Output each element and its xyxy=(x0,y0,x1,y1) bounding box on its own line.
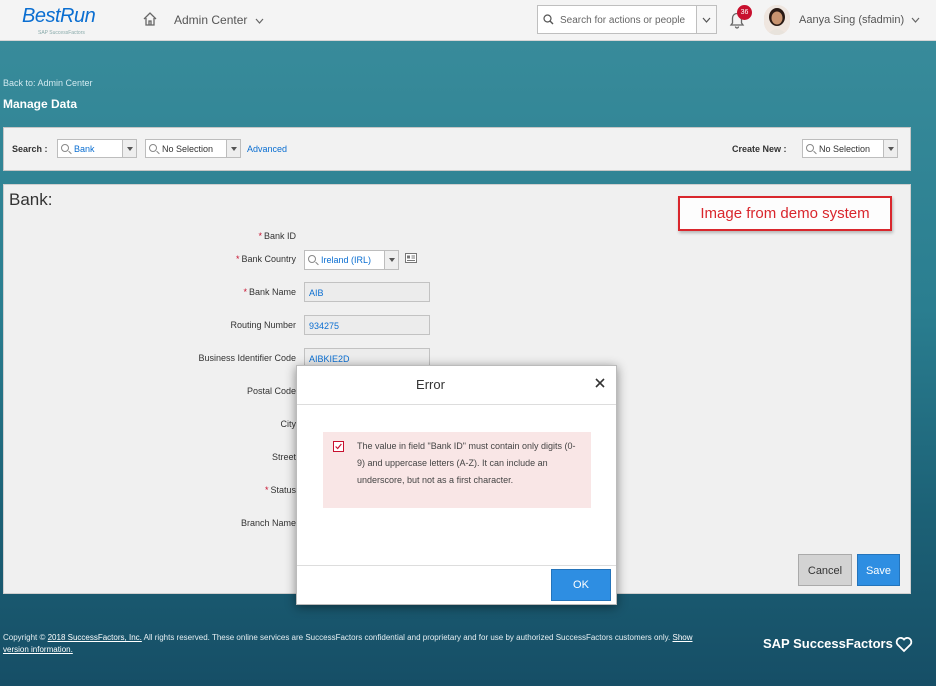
advanced-search-link[interactable]: Advanced xyxy=(247,144,287,154)
search-type-select[interactable]: Bank xyxy=(57,139,137,158)
logo-text: BestRun xyxy=(22,5,96,27)
chevron-down-icon xyxy=(702,17,711,23)
search-icon xyxy=(308,255,316,263)
create-new-label: Create New : xyxy=(732,144,787,154)
search-icon xyxy=(543,14,554,25)
branch-name-label: Branch Name xyxy=(240,518,296,528)
footer-brand: SAP SuccessFactors xyxy=(763,636,893,651)
save-button[interactable]: Save xyxy=(857,554,900,586)
postal-code-label: Postal Code xyxy=(246,386,296,396)
back-to-admin-center-link[interactable]: Back to: Admin Center xyxy=(3,78,93,88)
close-icon[interactable] xyxy=(593,376,607,390)
footer-copyright: Copyright © 2018 SuccessFactors, Inc. Al… xyxy=(3,633,693,654)
search-dropdown-button[interactable] xyxy=(696,6,716,33)
error-message-text: The value in field "Bank ID" must contai… xyxy=(357,441,576,485)
user-menu[interactable]: Aanya Sing (sfadmin) xyxy=(799,14,920,26)
dropdown-arrow-icon[interactable] xyxy=(883,140,897,157)
user-name-label: Aanya Sing (sfadmin) xyxy=(799,14,905,26)
search-label: Search : xyxy=(12,144,48,154)
search-icon xyxy=(61,144,69,152)
page-title: Manage Data xyxy=(3,97,78,111)
notification-count-badge: 36 xyxy=(737,5,752,20)
business-identifier-code-label: Business Identifier Code xyxy=(198,353,296,363)
city-label: City xyxy=(280,419,297,429)
form-title: Bank: xyxy=(9,190,53,209)
create-new-value: No Selection xyxy=(819,144,871,154)
admin-center-menu[interactable]: Admin Center xyxy=(174,13,264,27)
bank-id-label: * Bank ID xyxy=(258,231,296,241)
error-checkbox-icon xyxy=(333,441,344,452)
details-card-icon[interactable] xyxy=(405,253,417,263)
bank-name-input[interactable]: AIB xyxy=(304,282,430,302)
status-label: * Status xyxy=(264,485,296,495)
top-header: BestRun SAP SuccessFactors Admin Center … xyxy=(0,0,936,41)
successfactors-link[interactable]: 2018 SuccessFactors, Inc. xyxy=(48,633,142,642)
manage-data-search-bar: Search : Bank No Selection Advanced Crea… xyxy=(3,127,911,171)
search-icon xyxy=(806,144,814,152)
bank-name-label: * Bank Name xyxy=(243,287,296,297)
chevron-down-icon xyxy=(911,17,920,24)
dialog-title: Error xyxy=(416,377,445,392)
global-search-input[interactable]: Search for actions or people xyxy=(537,5,717,34)
heart-icon xyxy=(895,637,913,653)
routing-number-label: Routing Number xyxy=(230,320,296,330)
record-selection-select[interactable]: No Selection xyxy=(145,139,241,158)
dialog-divider xyxy=(297,404,616,405)
create-new-select[interactable]: No Selection xyxy=(802,139,898,158)
user-photo-icon xyxy=(764,5,790,35)
search-icon xyxy=(149,144,157,152)
street-label: Street xyxy=(271,452,296,462)
bank-country-label: * Bank Country xyxy=(235,254,296,264)
routing-number-input[interactable]: 934275 xyxy=(304,315,430,335)
cancel-button[interactable]: Cancel xyxy=(798,554,852,586)
home-icon[interactable] xyxy=(142,11,158,27)
error-message-box: The value in field "Bank ID" must contai… xyxy=(323,432,591,508)
bank-country-value: Ireland (IRL) xyxy=(321,255,372,265)
search-type-value: Bank xyxy=(74,144,95,154)
ok-button[interactable]: OK xyxy=(551,569,611,601)
dropdown-arrow-icon[interactable] xyxy=(122,140,136,157)
dialog-footer-divider xyxy=(297,565,616,566)
record-selection-value: No Selection xyxy=(162,144,214,154)
company-logo[interactable]: BestRun SAP SuccessFactors xyxy=(22,5,102,39)
admin-center-label: Admin Center xyxy=(174,13,248,27)
search-placeholder: Search for actions or people xyxy=(560,15,686,26)
chevron-down-icon xyxy=(255,18,264,24)
logo-subtext: SAP SuccessFactors xyxy=(38,30,85,36)
demo-system-note: Image from demo system xyxy=(678,196,892,231)
dropdown-arrow-icon[interactable] xyxy=(226,140,240,157)
error-dialog: Error The value in field "Bank ID" must … xyxy=(296,365,617,605)
dropdown-arrow-icon[interactable] xyxy=(384,251,398,269)
user-avatar[interactable] xyxy=(764,5,790,35)
bank-country-select[interactable]: Ireland (IRL) xyxy=(304,250,399,270)
